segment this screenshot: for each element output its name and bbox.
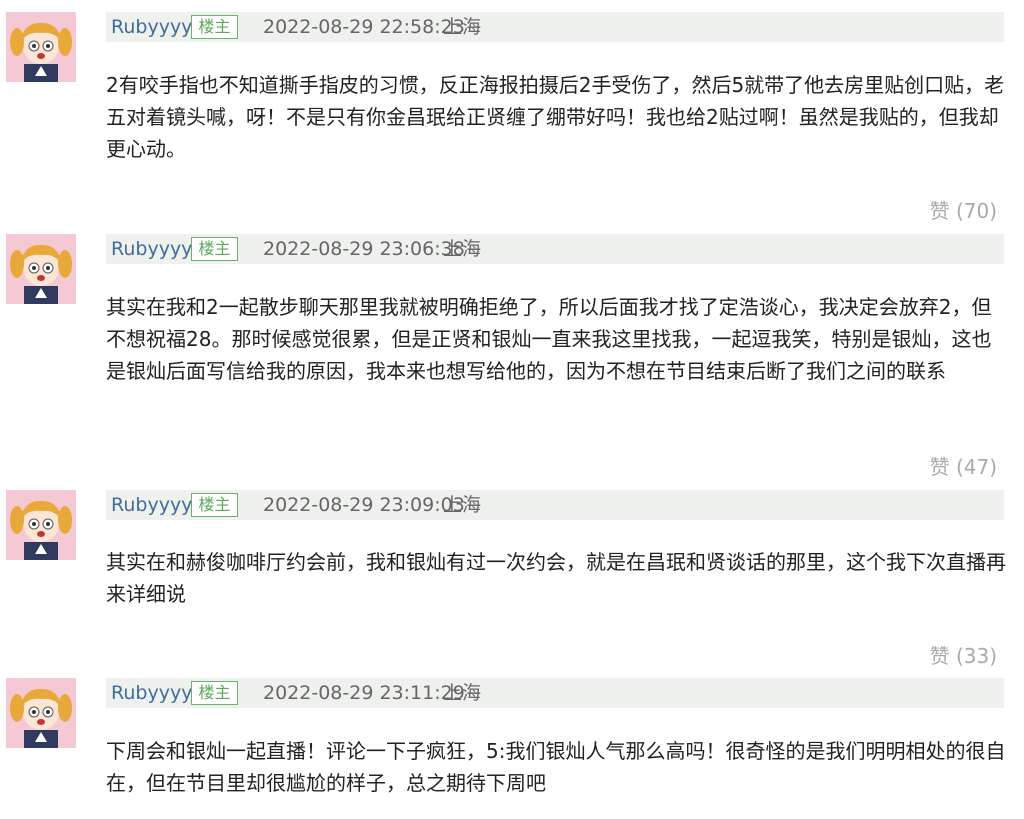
like-count: (70) <box>955 199 997 223</box>
post-content: 其实在和赫俊咖啡厅约会前，我和银灿有过一次约会，就是在昌珉和贤谈话的那里，这个我… <box>106 550 1006 606</box>
post-timestamp: 2022-08-29 22:58:23 <box>263 16 465 38</box>
like-label: 赞 <box>929 644 950 668</box>
post-location: 上海 <box>443 238 482 260</box>
author-name-link[interactable]: Rubyyyy <box>111 490 192 520</box>
post-timestamp: 2022-08-29 23:11:29 <box>263 682 465 704</box>
op-badge: 楼主 <box>191 681 238 705</box>
op-badge: 楼主 <box>191 493 238 517</box>
like-count: (33) <box>955 644 997 668</box>
post-meta-bar: Rubyyyy 楼主 2022-08-29 23:11:29 上海 <box>106 678 1004 708</box>
like-label: 赞 <box>929 455 950 479</box>
avatar[interactable] <box>6 678 76 748</box>
op-badge: 楼主 <box>191 15 238 39</box>
author-name-link[interactable]: Rubyyyy <box>111 234 192 264</box>
post-location: 上海 <box>443 494 482 516</box>
like-label: 赞 <box>929 199 950 223</box>
author-name-link[interactable]: Rubyyyy <box>111 678 192 708</box>
post-timestamp: 2022-08-29 23:06:38 <box>263 238 465 260</box>
post-location: 上海 <box>443 682 482 704</box>
like-button[interactable]: 赞 (47) <box>930 451 997 480</box>
post-meta-bar: Rubyyyy 楼主 2022-08-29 23:06:38 上海 <box>106 234 1004 264</box>
post-meta-bar: Rubyyyy 楼主 2022-08-29 22:58:23 上海 <box>106 12 1004 42</box>
avatar[interactable] <box>6 12 76 82</box>
like-count: (47) <box>955 455 997 479</box>
post-meta-bar: Rubyyyy 楼主 2022-08-29 23:09:03 上海 <box>106 490 1004 520</box>
avatar[interactable] <box>6 490 76 560</box>
avatar[interactable] <box>6 234 76 304</box>
post-timestamp: 2022-08-29 23:09:03 <box>263 494 465 516</box>
author-name-link[interactable]: Rubyyyy <box>111 12 192 42</box>
post-location: 上海 <box>443 16 482 38</box>
like-button[interactable]: 赞 (70) <box>930 195 997 224</box>
post-content: 下周会和银灿一起直播！评论一下子疯狂，5:我们银灿人气那么高吗！很奇怪的是我们明… <box>106 739 1006 795</box>
post-content: 2有咬手指也不知道撕手指皮的习惯，反正海报拍摄后2手受伤了，然后5就带了他去房里… <box>106 73 1005 161</box>
post-content: 其实在我和2一起散步聊天那里我就被明确拒绝了，所以后面我才找了定浩谈心，我决定会… <box>106 295 992 383</box>
op-badge: 楼主 <box>191 237 238 261</box>
like-button[interactable]: 赞 (33) <box>930 640 997 669</box>
